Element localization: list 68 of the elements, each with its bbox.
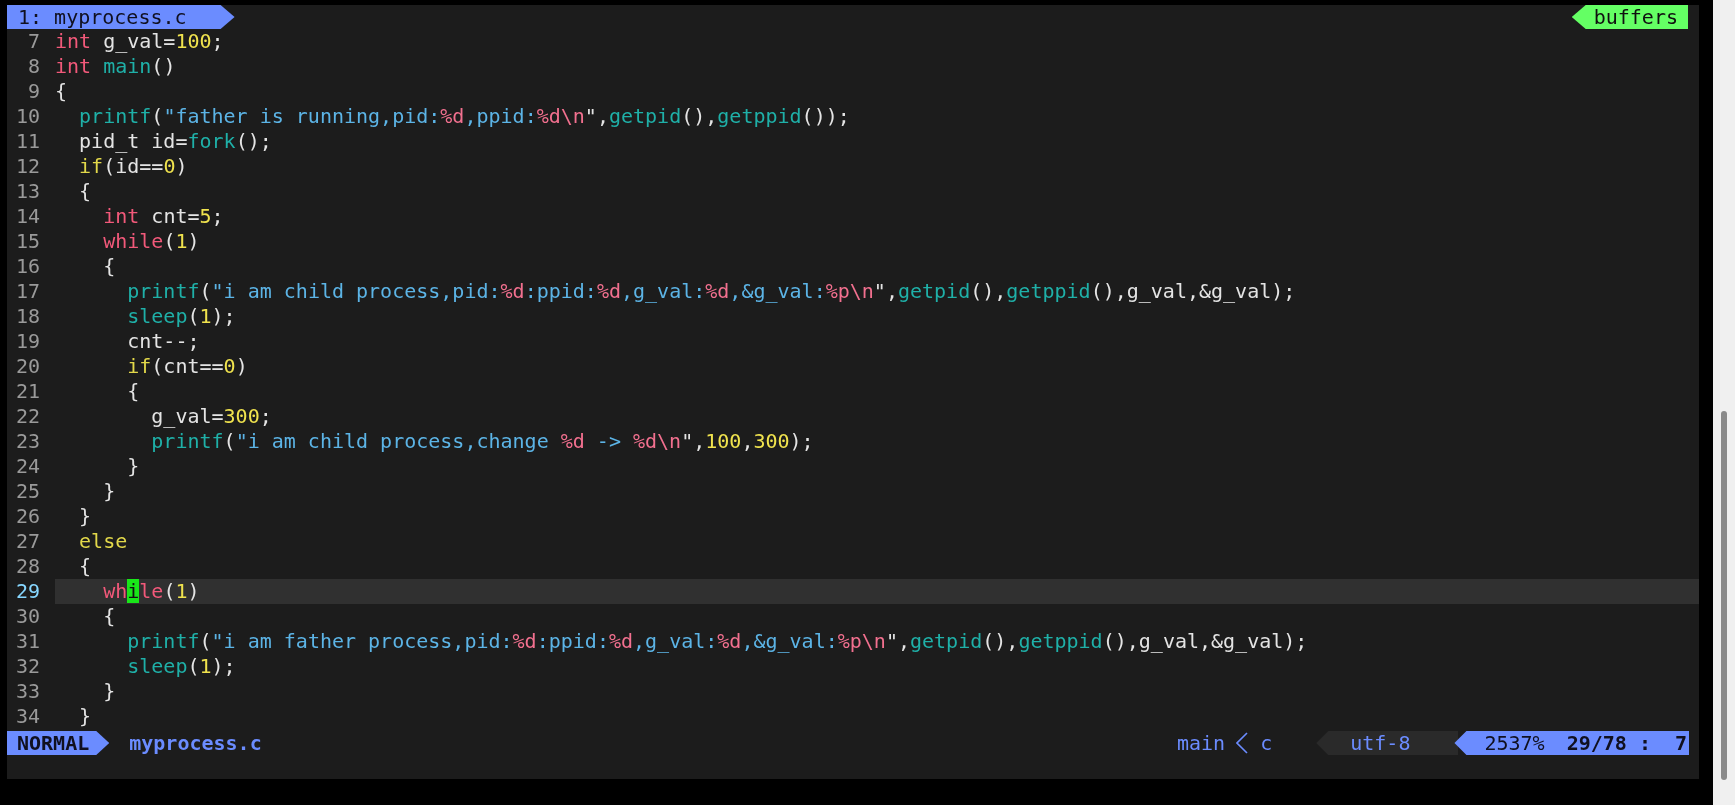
line-number: 16: [14, 254, 40, 279]
line-number: 9: [26, 79, 40, 104]
line-number: 15: [14, 229, 40, 254]
code-line: if(id==0): [78, 154, 189, 179]
line-number: 27: [14, 529, 40, 554]
code-line: printf("i am child process,pid:%d:ppid:%d,g_val:%d,&g_val:%p\n",getpid(),getppid(),g_val,&g_val);: [126, 279, 1297, 304]
code-line: }: [102, 479, 117, 504]
line-number: 11: [14, 129, 40, 154]
code-line: sleep(1);: [126, 304, 237, 329]
line-number: 20: [14, 354, 40, 379]
line-position: 29/78 :: [1566, 731, 1651, 755]
code-line: int cnt=5;: [102, 204, 225, 229]
chevron-left-icon: [1236, 732, 1249, 754]
line-number: 18: [14, 304, 40, 329]
line-number: 14: [14, 204, 40, 229]
line-number: 25: [14, 479, 40, 504]
line-number: 21: [14, 379, 40, 404]
code-line: }: [126, 454, 141, 479]
scrollbar-thumb[interactable]: [1721, 411, 1727, 780]
function-name: main: [1177, 730, 1226, 756]
line-number: 26: [14, 504, 40, 529]
code-line: {: [126, 379, 141, 404]
code-line: }: [78, 504, 93, 529]
line-number: 33: [14, 679, 40, 704]
line-number: 29: [14, 579, 40, 604]
line-number: 10: [14, 104, 40, 129]
code-line: {: [78, 554, 93, 579]
line-number: 12: [14, 154, 40, 179]
line-number: 22: [14, 404, 40, 429]
filetype: c: [1260, 730, 1273, 756]
code-line: printf("father is running,pid:%d,ppid:%d\n",getpid(),getppid());: [78, 104, 851, 129]
mode-indicator: NORMAL: [7, 731, 110, 755]
code-line: pid_t id=fork();: [78, 129, 273, 154]
code-line: int g_val=100;: [55, 29, 225, 54]
code-line: while(1): [102, 229, 201, 254]
column-number: 7: [1674, 731, 1687, 755]
code-line: {: [102, 604, 117, 629]
line-number: 34: [14, 704, 40, 729]
code-line: else: [78, 529, 129, 554]
line-number: 19: [14, 329, 40, 354]
code-line: }: [78, 704, 93, 729]
line-number: 28: [14, 554, 40, 579]
line-number: 31: [14, 629, 40, 654]
code-line: {: [55, 79, 69, 104]
line-number: 24: [14, 454, 40, 479]
buffers-label: buffers: [1571, 5, 1688, 29]
line-number: 7: [26, 29, 40, 54]
scroll-percent: 2537%: [1484, 731, 1545, 755]
file-name: myprocess.c: [129, 730, 262, 756]
code-line: if(cnt==0): [126, 354, 249, 379]
line-number: 30: [14, 604, 40, 629]
line-number: 13: [14, 179, 40, 204]
code-line: }: [102, 679, 117, 704]
code-line: printf("i am child process,change %d -> %d\n",100,300);: [150, 429, 815, 454]
code-line: int main(): [55, 54, 177, 79]
line-number: 23: [14, 429, 40, 454]
code-line: printf("i am father process,pid:%d:ppid:%d,g_val:%d,&g_val:%p\n",getpid(),getppid(),g_val,&g_val);: [126, 629, 1309, 654]
code-line: g_val=300;: [150, 404, 273, 429]
buffer-tab[interactable]: 1: myprocess.c: [7, 5, 235, 29]
code-line: sleep(1);: [126, 654, 237, 679]
line-number: 17: [14, 279, 40, 304]
code-line: cnt--;: [126, 329, 201, 354]
line-number: 32: [14, 654, 40, 679]
code-line: {: [78, 179, 93, 204]
code-line: {: [102, 254, 117, 279]
line-number: 8: [26, 54, 40, 79]
encoding: utf-8: [1316, 731, 1459, 755]
text-cursor: i: [127, 579, 140, 603]
